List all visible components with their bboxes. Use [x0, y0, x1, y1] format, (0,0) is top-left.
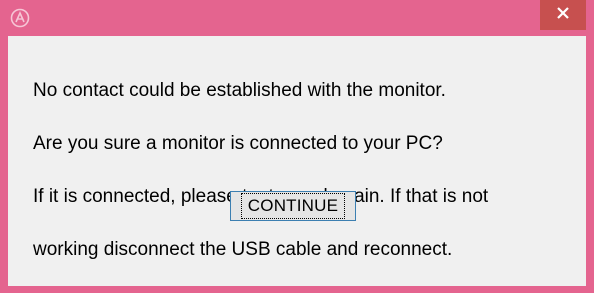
- continue-button[interactable]: CONTINUE: [230, 191, 356, 221]
- dialog-message: No contact could be established with the…: [33, 51, 563, 290]
- message-line: working disconnect the USB cable and rec…: [33, 238, 453, 260]
- dialog-window: No contact could be established with the…: [0, 0, 594, 293]
- title-bar[interactable]: [0, 0, 594, 36]
- message-line: Are you sure a monitor is connected to y…: [33, 132, 443, 154]
- continue-button-label: CONTINUE: [240, 193, 346, 219]
- close-icon: [556, 6, 570, 25]
- message-line: No contact could be established with the…: [33, 79, 446, 101]
- app-logo-icon: [10, 8, 30, 28]
- close-button[interactable]: [540, 0, 586, 30]
